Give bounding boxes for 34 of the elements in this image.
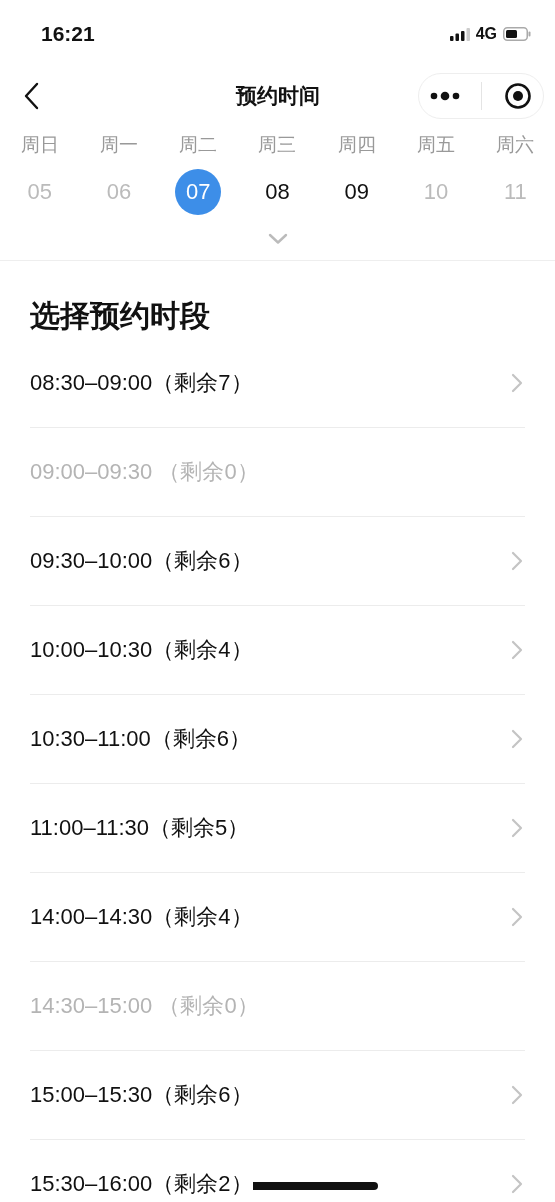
battery-icon [503, 27, 531, 41]
status-time: 16:21 [41, 22, 95, 46]
time-slot-row[interactable]: 10:00–10:30（剩余4） [30, 606, 525, 695]
time-slot-row[interactable]: 08:30–09:00（剩余7） [30, 339, 525, 428]
chevron-right-icon [511, 729, 523, 749]
section-heading: 选择预约时段 [29, 297, 211, 335]
chevron-right-icon [511, 1085, 523, 1105]
chevron-right-icon [511, 551, 523, 571]
weekday-label: 周三 [258, 132, 297, 157]
weekday-label: 周二 [179, 132, 218, 157]
time-slot-row[interactable]: 10:30–11:00（剩余6） [30, 695, 525, 784]
time-slot-row[interactable]: 14:00–14:30（剩余4） [30, 873, 525, 962]
time-slot-label: 15:30–16:00（剩余2） [30, 1172, 253, 1196]
weekday-label: 周四 [337, 132, 376, 157]
chevron-right-icon [511, 1174, 523, 1194]
back-icon[interactable] [24, 82, 40, 110]
network-label: 4G [475, 25, 497, 43]
close-icon[interactable] [504, 82, 533, 110]
chevron-right-icon [511, 640, 523, 660]
more-icon[interactable] [429, 91, 460, 101]
weekday-label: 周六 [496, 132, 535, 157]
date-item[interactable]: 08 [254, 169, 301, 215]
chevron-right-icon [511, 818, 523, 838]
chevron-right-icon [511, 907, 523, 927]
weekday-label: 周一 [99, 132, 138, 157]
weekday-label: 周五 [417, 132, 456, 157]
time-slot-row[interactable]: 15:00–15:30（剩余6） [30, 1051, 525, 1140]
weekday-label: 周日 [20, 132, 59, 157]
signal-icon [449, 27, 470, 41]
time-slot-row[interactable]: 11:00–11:30（剩余5） [30, 784, 525, 873]
time-slot-row[interactable]: 09:30–10:00（剩余6） [30, 517, 525, 606]
chevron-right-icon [511, 373, 523, 393]
date-item[interactable]: 09 [333, 169, 380, 215]
page-title: 预约时间 [235, 83, 320, 110]
